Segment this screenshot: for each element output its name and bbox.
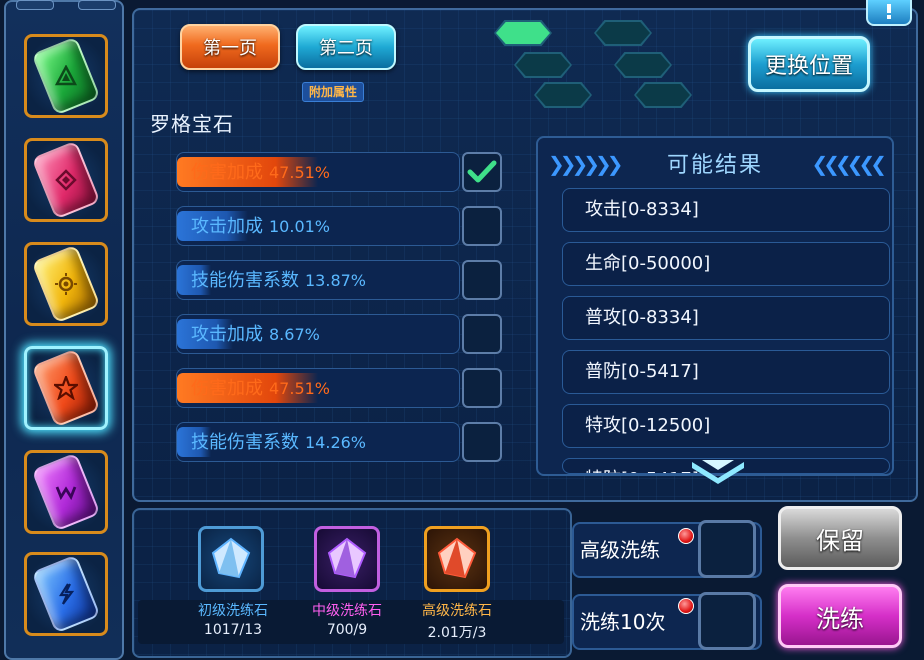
attribute-text: 技能伤害系数 13.87% [191, 261, 367, 299]
stone-item-mid[interactable] [314, 526, 380, 592]
attribute-value: 14.26% [305, 433, 367, 452]
gem-name-title: 罗格宝石 [150, 112, 234, 136]
result-item: 攻击[0-8334] [562, 188, 890, 232]
basic-refine-stone-icon [211, 537, 251, 579]
attribute-value: 47.51% [269, 163, 331, 182]
attribute-value: 10.01% [269, 217, 331, 236]
gem-slot-red[interactable] [24, 346, 108, 430]
attribute-row: 攻击加成 8.67% [176, 314, 460, 354]
result-item: 普防[0-5417] [562, 350, 890, 394]
attribute-lock-checkbox[interactable] [462, 314, 502, 354]
attribute-value: 13.87% [305, 271, 367, 290]
frame-cap [16, 0, 54, 10]
attribute-text: 伤害加成 47.51% [191, 369, 331, 407]
scroll-down-icon[interactable] [688, 456, 748, 490]
attribute-text: 攻击加成 8.67% [191, 315, 320, 353]
position-hex-2[interactable] [594, 20, 652, 46]
frame-cap [78, 0, 116, 10]
basic-stone-count: 1017/13 [203, 622, 263, 638]
refine-ten-times-label: 洗练10次 [580, 610, 666, 634]
attribute-name: 技能伤害系数 [191, 432, 299, 453]
high-refine-stone-icon [437, 537, 477, 579]
results-title: 可能结果 [666, 153, 763, 178]
chevrons-right-icon: ❯❯❯❯❯❯ [548, 152, 624, 176]
position-hex-4[interactable] [614, 52, 672, 78]
high-stone-name: 高级洗练石 [422, 603, 492, 619]
pink-gem-icon [31, 140, 101, 220]
yellow-gem-icon [31, 244, 101, 324]
attribute-name: 技能伤害系数 [191, 270, 299, 291]
purple-gem-icon [31, 452, 101, 532]
attribute-text: 技能伤害系数 14.26% [191, 423, 367, 461]
position-hex-1[interactable] [494, 20, 552, 46]
tab-page-2[interactable]: 第二页 [296, 24, 396, 70]
basic-stone-name: 初级洗练石 [198, 603, 268, 619]
attribute-row: 攻击加成 10.01% [176, 206, 460, 246]
attribute-name: 伤害加成 [191, 378, 263, 399]
attribute-row: 技能伤害系数 14.26% [176, 422, 460, 462]
swap-position-button[interactable]: 更换位置 [748, 36, 870, 92]
attribute-name: 攻击加成 [191, 324, 263, 345]
attribute-row: 伤害加成 47.51% [176, 368, 460, 408]
attribute-lock-checkbox[interactable] [462, 422, 502, 462]
gem-slot-yellow[interactable] [24, 242, 108, 326]
result-item: 普攻[0-8334] [562, 296, 890, 340]
checkmark-icon [467, 160, 497, 183]
gem-slot-blue[interactable] [24, 552, 108, 636]
stone-item-basic[interactable] [198, 526, 264, 592]
notification-dot-icon [678, 528, 694, 544]
notification-dot-icon [678, 598, 694, 614]
attribute-lock-checkbox[interactable] [462, 368, 502, 408]
attribute-name: 伤害加成 [191, 162, 263, 183]
stone-item-high[interactable] [424, 526, 490, 592]
extra-attributes-badge: 附加属性 [302, 82, 365, 102]
basic-stone-slot[interactable] [198, 526, 264, 592]
keep-button[interactable]: 保留 [778, 506, 902, 570]
attribute-row: 伤害加成 47.51% [176, 152, 460, 192]
mid-stone-slot[interactable] [314, 526, 380, 592]
mid-stone-name: 中级洗练石 [312, 603, 382, 619]
attribute-row: 技能伤害系数 13.87% [176, 260, 460, 300]
info-icon [887, 4, 891, 19]
high-stone-count: 2.01万/3 [427, 625, 487, 641]
attribute-lock-checkbox[interactable] [462, 152, 502, 192]
gem-slot-green[interactable] [24, 34, 108, 118]
chevrons-left-icon: ❮❮❮❮❮❮ [811, 152, 887, 176]
attribute-text: 伤害加成 47.51% [191, 153, 331, 191]
results-header: ❯❯❯❯❯❯ 可能结果 ❮❮❮❮❮❮ [538, 138, 892, 188]
result-item: 特攻[0-12500] [562, 404, 890, 448]
high-stone-slot[interactable] [424, 526, 490, 592]
position-hex-6[interactable] [634, 82, 692, 108]
mid-refine-stone-icon [327, 537, 367, 579]
attribute-lock-checkbox[interactable] [462, 260, 502, 300]
refine-ten-times-checkbox[interactable] [698, 592, 756, 650]
red-gem-icon [31, 348, 101, 428]
gem-slot-pink[interactable] [24, 138, 108, 222]
advanced-refine-checkbox[interactable] [698, 520, 756, 578]
attribute-text: 攻击加成 10.01% [191, 207, 331, 245]
tab-page-1[interactable]: 第一页 [180, 24, 280, 70]
position-hex-3[interactable] [514, 52, 572, 78]
attribute-value: 8.67% [269, 325, 320, 344]
corner-menu-button[interactable] [866, 0, 912, 26]
result-item: 生命[0-50000] [562, 242, 890, 286]
attribute-name: 攻击加成 [191, 216, 263, 237]
gem-slot-purple[interactable] [24, 450, 108, 534]
refine-button[interactable]: 洗练 [778, 584, 902, 648]
mid-stone-count: 700/9 [326, 622, 368, 638]
advanced-refine-label: 高级洗练 [580, 538, 660, 562]
attribute-value: 47.51% [269, 379, 331, 398]
green-gem-icon [31, 36, 101, 116]
position-hex-5[interactable] [534, 82, 592, 108]
blue-gem-icon [31, 554, 101, 634]
attribute-lock-checkbox[interactable] [462, 206, 502, 246]
